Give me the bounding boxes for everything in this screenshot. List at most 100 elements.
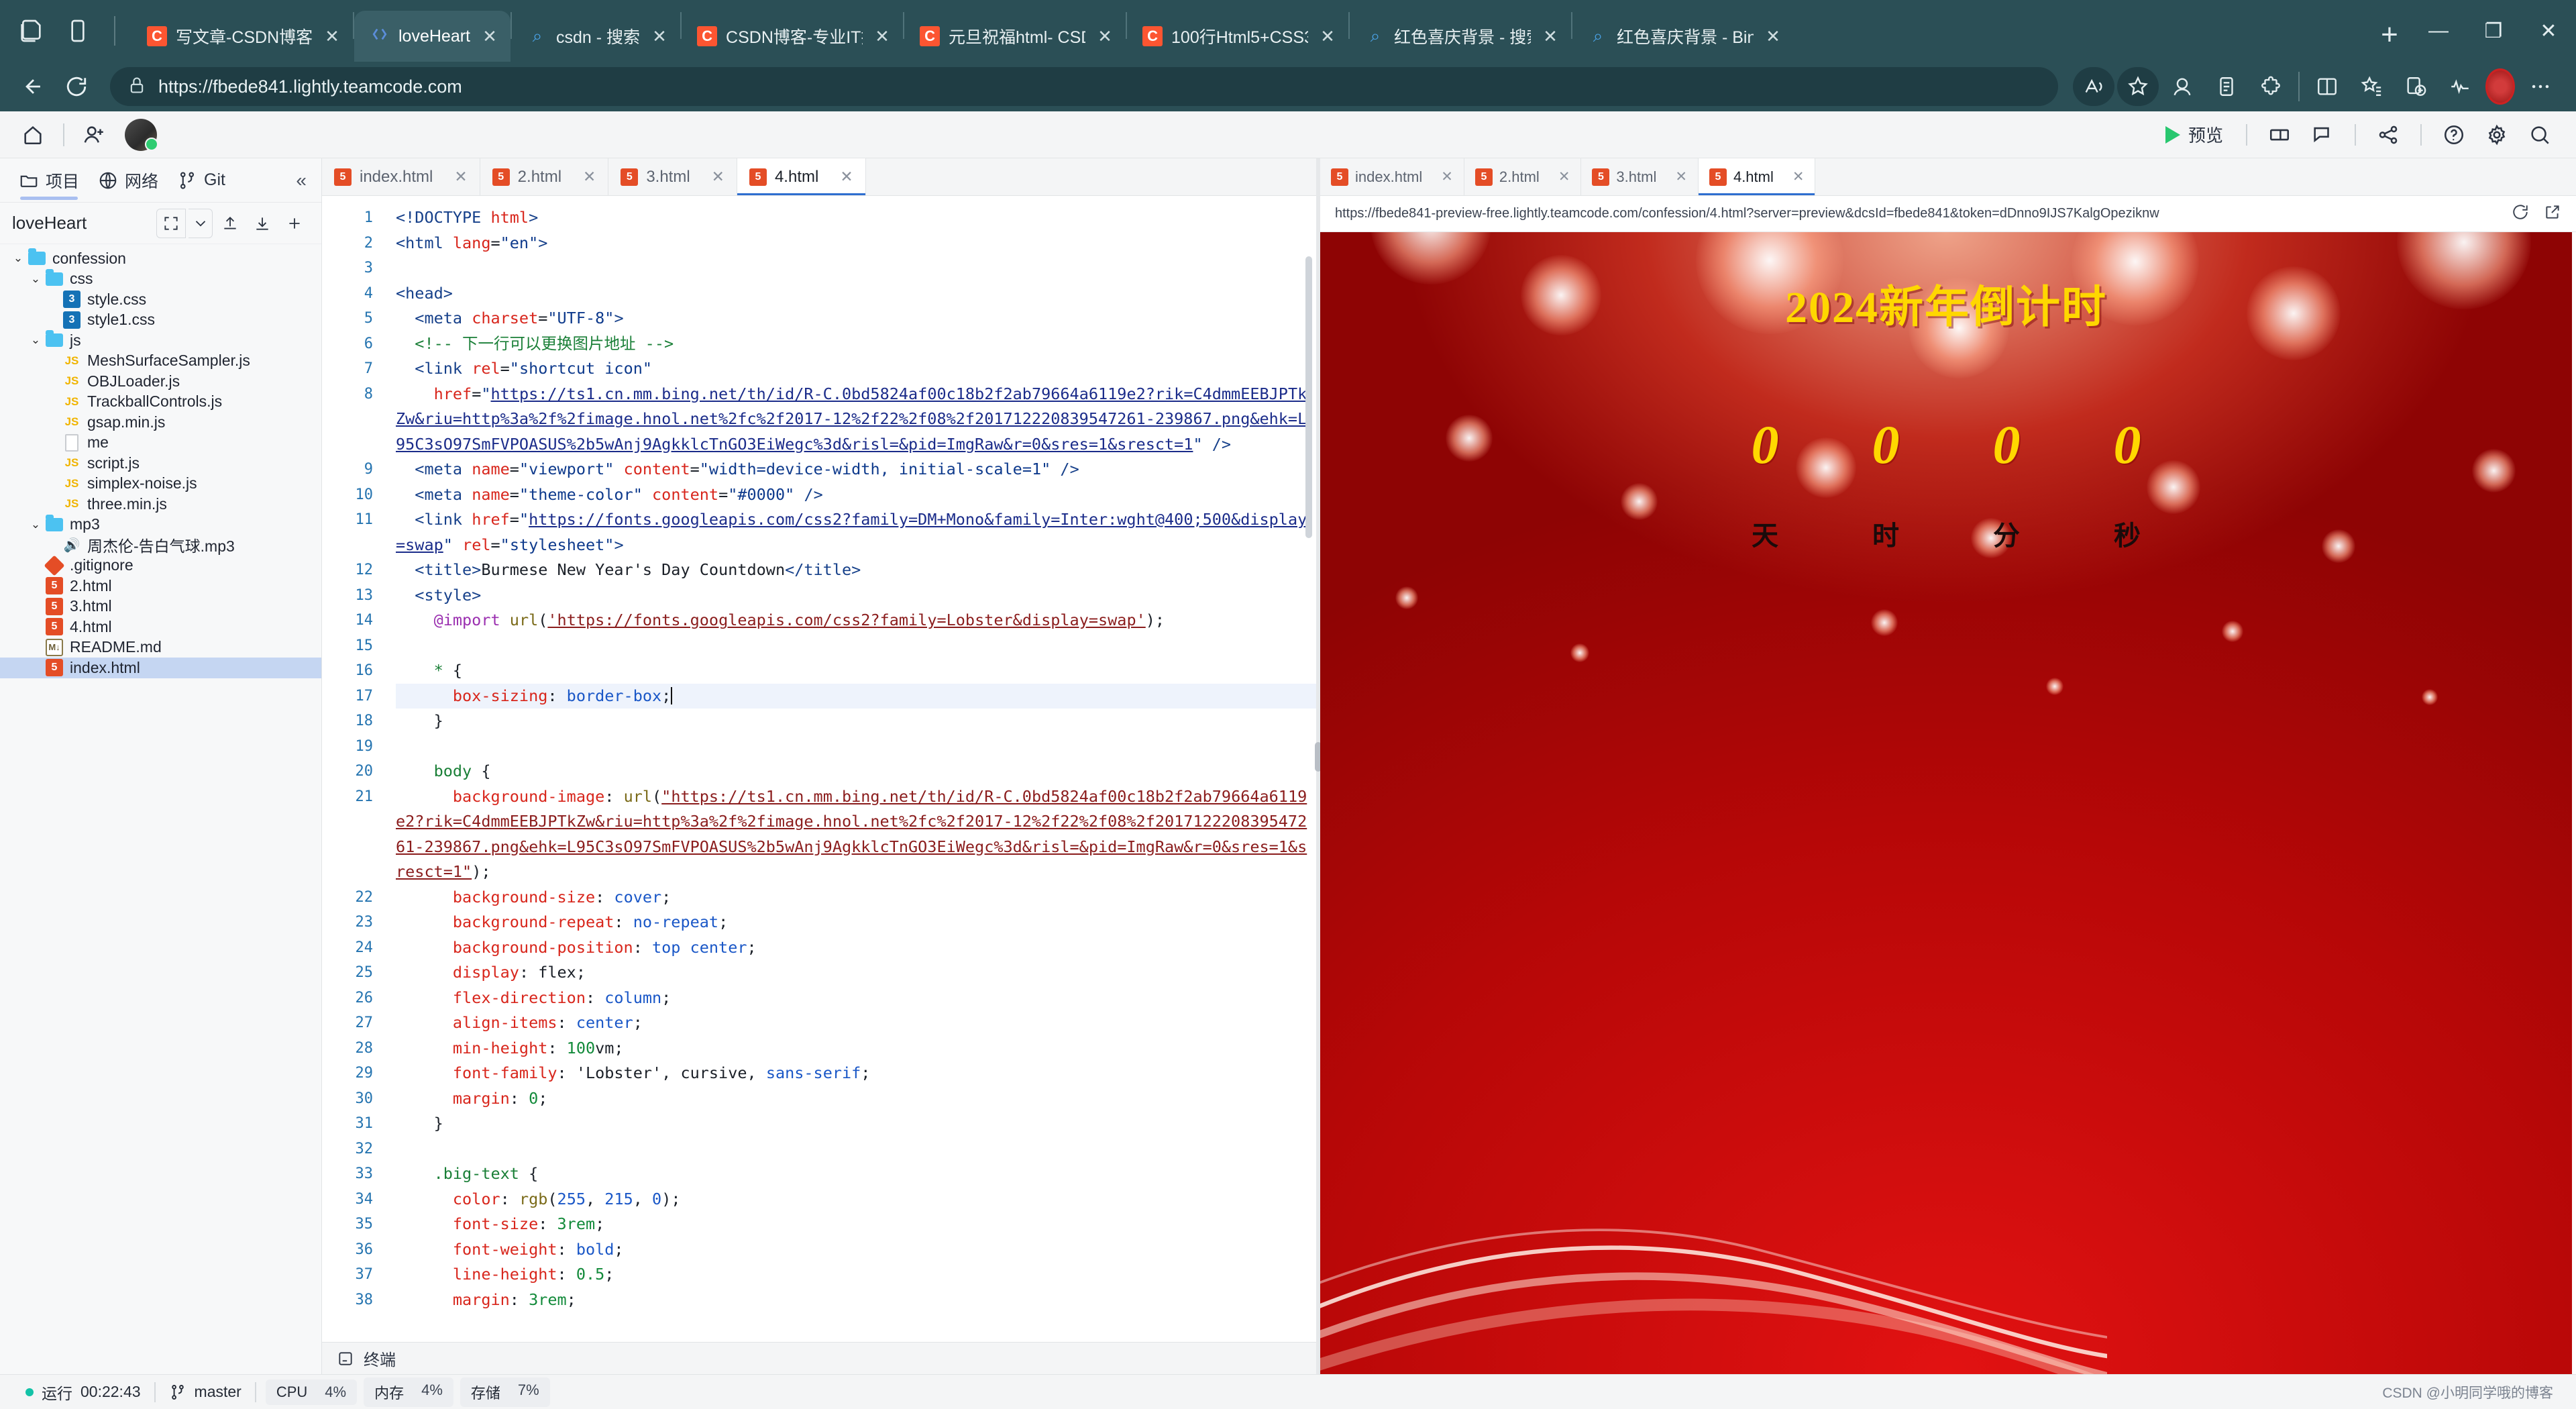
tree-folder[interactable]: ⌄ js	[0, 330, 321, 351]
tree-file[interactable]: 5 4.html	[0, 617, 321, 637]
tree-file[interactable]: JS OBJLoader.js	[0, 371, 321, 392]
tree-folder[interactable]: ⌄ confession	[0, 248, 321, 269]
settings-gear-icon[interactable]	[2478, 119, 2516, 150]
tab-actions-icon[interactable]	[16, 16, 46, 46]
editor-tab[interactable]: 5 3.html ✕	[608, 158, 737, 195]
add-to-collection-icon[interactable]	[2395, 67, 2436, 106]
favorites-list-icon[interactable]	[2351, 67, 2392, 106]
code-viewport[interactable]: 1 2 3 4 5 6 7 8 9 10 11 12 13 14 15 16 17 18 19 20 21 22 23 24 2…	[322, 196, 1316, 1342]
download-icon[interactable]	[248, 209, 277, 238]
browser-tab[interactable]: ⌕ 红色喜庆背景 - 搜索 ✕	[1350, 11, 1571, 62]
close-tab-icon[interactable]: ✕	[1093, 25, 1116, 48]
chevron-down-icon[interactable]	[189, 208, 213, 238]
tree-file[interactable]: M↓ README.md	[0, 637, 321, 658]
editor-tab[interactable]: 5 index.html ✕	[1320, 158, 1464, 195]
editor-scrollbar[interactable]	[1305, 256, 1312, 538]
status-metric[interactable]: 存储 7%	[460, 1377, 550, 1407]
back-button[interactable]	[15, 68, 52, 105]
collections-icon[interactable]	[2206, 67, 2247, 106]
add-user-icon[interactable]	[79, 119, 110, 150]
editor-tab[interactable]: 5 4.html ✕	[737, 158, 866, 195]
code-content[interactable]: <!DOCTYPE html> <html lang="en"> <head> <…	[384, 196, 1316, 1342]
close-tab-icon[interactable]: ✕	[1663, 168, 1687, 185]
minimize-button[interactable]: —	[2411, 7, 2466, 54]
open-external-icon[interactable]	[2544, 203, 2561, 224]
profile-avatar[interactable]	[2483, 67, 2517, 106]
new-file-icon[interactable]	[280, 209, 309, 238]
search-icon[interactable]	[2521, 119, 2559, 150]
performance-heartbeat-icon[interactable]	[2439, 67, 2481, 106]
read-aloud-icon[interactable]	[2073, 67, 2114, 106]
split-pane-icon[interactable]	[2306, 67, 2348, 106]
upload-icon[interactable]	[215, 209, 245, 238]
close-tab-icon[interactable]: ✕	[871, 25, 894, 48]
maximize-button[interactable]: ❐	[2466, 7, 2521, 54]
share-icon[interactable]	[2369, 119, 2407, 150]
browser-tab[interactable]: C 100行Html5+CSS3+JS代码实现元 ✕	[1127, 11, 1348, 62]
tree-file[interactable]: 3 style1.css	[0, 310, 321, 331]
tree-file[interactable]: JS MeshSurfaceSampler.js	[0, 351, 321, 372]
close-tab-icon[interactable]: ✕	[570, 168, 596, 186]
tree-folder[interactable]: ⌄ css	[0, 268, 321, 290]
close-tab-icon[interactable]: ✕	[648, 25, 671, 48]
run-preview-button[interactable]: 预览	[2156, 119, 2233, 150]
tree-file[interactable]: 5 3.html	[0, 596, 321, 617]
close-tab-icon[interactable]: ✕	[826, 168, 853, 186]
reload-button[interactable]	[58, 68, 95, 105]
editor-tab[interactable]: 5 3.html ✕	[1581, 158, 1699, 195]
close-tab-icon[interactable]: ✕	[1429, 168, 1453, 185]
tree-file[interactable]: 5 index.html	[0, 658, 321, 678]
preview-iframe[interactable]: 2024新年倒计时 0 0 0 0 天 时 分 秒	[1320, 232, 2576, 1374]
browser-tab[interactable]: ⌕ csdn - 搜索 ✕	[512, 11, 680, 62]
sidebar-tab-project[interactable]: 项目	[9, 158, 89, 203]
chevron-down-icon[interactable]: ⌄	[27, 518, 44, 531]
tree-file[interactable]: JS gsap.min.js	[0, 412, 321, 433]
close-tab-icon[interactable]: ✕	[698, 168, 724, 186]
close-tab-icon[interactable]: ✕	[1539, 25, 1562, 48]
chevron-down-icon[interactable]: ⌄	[27, 272, 44, 286]
new-tab-button[interactable]: +	[2368, 13, 2411, 56]
terminal-tab[interactable]: 终端	[322, 1342, 1316, 1374]
browser-tab[interactable]: loveHeart ✕	[354, 11, 511, 62]
editor-tab[interactable]: 5 4.html ✕	[1698, 158, 1816, 195]
status-branch[interactable]: master	[156, 1383, 255, 1401]
tree-file[interactable]: JS TrackballControls.js	[0, 392, 321, 413]
home-icon[interactable]	[17, 119, 48, 150]
split-screen-icon[interactable]	[63, 16, 93, 46]
tree-file[interactable]: 🔊 周杰伦-告白气球.mp3	[0, 535, 321, 556]
sidebar-tab-network[interactable]: 网络	[89, 158, 168, 203]
omnibox[interactable]: https://fbede841.lightly.teamcode.com	[110, 67, 2058, 106]
avatar-extension-icon[interactable]	[2161, 67, 2203, 106]
browser-tab[interactable]: ⌕ 红色喜庆背景 - Bing images ✕	[1572, 11, 1794, 62]
user-avatar[interactable]	[125, 118, 158, 151]
tree-file[interactable]: 5 2.html	[0, 576, 321, 596]
favorite-star-icon[interactable]	[2117, 67, 2159, 106]
help-icon[interactable]	[2435, 119, 2473, 150]
status-metric[interactable]: 内存 4%	[364, 1377, 453, 1407]
tree-file[interactable]: 3 style.css	[0, 289, 321, 310]
close-tab-icon[interactable]: ✕	[1316, 25, 1339, 48]
editor-tab[interactable]: 5 index.html ✕	[322, 158, 480, 195]
browser-tab[interactable]: C CSDN博客-专业IT技术发表平台 ✕	[682, 11, 903, 62]
status-run-time[interactable]: 运行 00:22:43	[12, 1381, 154, 1404]
tree-folder[interactable]: ⌄ mp3	[0, 514, 321, 535]
browser-tab[interactable]: C 元旦祝福html- CSDN搜索 ✕	[904, 11, 1126, 62]
comment-icon[interactable]	[2304, 119, 2341, 150]
tree-file[interactable]: JS script.js	[0, 453, 321, 474]
close-tab-icon[interactable]: ✕	[1546, 168, 1570, 185]
tree-file[interactable]: JS simplex-noise.js	[0, 474, 321, 494]
toggle-panel-icon[interactable]	[2261, 119, 2298, 150]
more-options-icon[interactable]	[2520, 67, 2561, 106]
tree-file[interactable]: JS three.min.js	[0, 494, 321, 515]
status-metric[interactable]: CPU 4%	[265, 1379, 358, 1405]
sidebar-tab-git[interactable]: Git	[168, 158, 235, 203]
close-window-button[interactable]: ✕	[2521, 7, 2576, 54]
preview-reload-icon[interactable]	[2512, 203, 2529, 224]
editor-tab[interactable]: 5 2.html ✕	[480, 158, 609, 195]
collapse-sidebar-button[interactable]: «	[296, 170, 312, 191]
extensions-puzzle-icon[interactable]	[2250, 67, 2292, 106]
close-tab-icon[interactable]: ✕	[441, 168, 467, 186]
tree-file[interactable]: .gitignore	[0, 555, 321, 576]
close-tab-icon[interactable]: ✕	[1780, 168, 1805, 185]
chevron-down-icon[interactable]: ⌄	[27, 333, 44, 347]
